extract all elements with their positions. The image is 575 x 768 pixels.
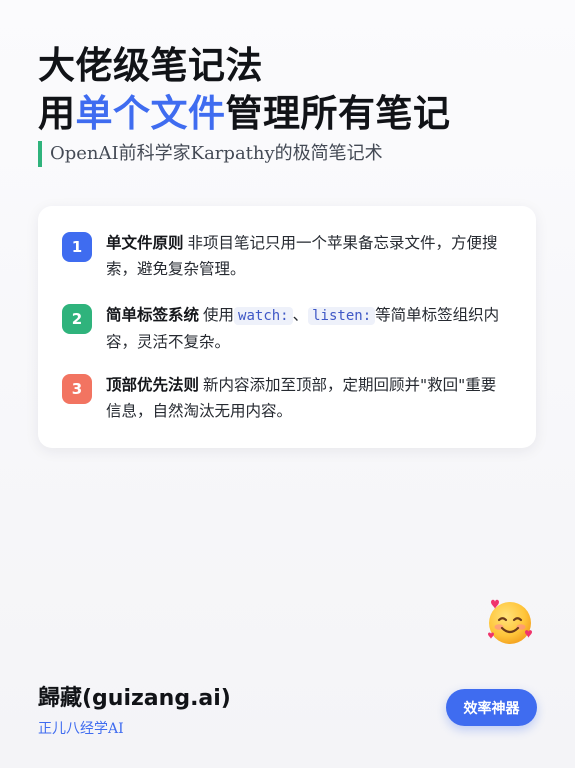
title-line-1: 大佬级笔记法 — [38, 44, 263, 87]
smiling-face-with-hearts-icon — [484, 596, 536, 648]
rule-title-3: 顶部优先法则 — [106, 376, 200, 394]
rule-title-2: 简单标签系统 — [106, 306, 200, 324]
rule-text-2: 简单标签系统 使用 watch:、 listen: 等简单标签组织内容，灵活不复杂。 — [106, 302, 508, 355]
rule-body-2-sep: 、 — [292, 306, 309, 324]
brand-name: 歸藏(guizang.ai) — [38, 686, 231, 711]
subtitle: OpenAI前科学家Karpathy的极简笔记术 — [38, 141, 383, 167]
tag-watch: watch: — [234, 307, 293, 325]
rule-title-1: 单文件原则 — [106, 234, 184, 252]
rule-item-3: 3 顶部优先法则 新内容添加至顶部，定期回顾并"救回"重要信息，自然淘汰无用内容。 — [62, 372, 508, 424]
rule-item-2: 2 简单标签系统 使用 watch:、 listen: 等简单标签组织内容，灵活不复杂。 — [62, 302, 508, 355]
title-prefix: 用 — [38, 92, 76, 135]
number-badge-2: 2 — [62, 304, 92, 334]
number-badge-3: 3 — [62, 374, 92, 404]
title-suffix: 管理所有笔记 — [225, 92, 451, 135]
number-badge-1: 1 — [62, 232, 92, 262]
tag-listen: listen: — [308, 307, 376, 325]
brand-tagline: 正儿八经学AI — [38, 721, 124, 737]
rule-text-1: 单文件原则 非项目笔记只用一个苹果备忘录文件，方便搜索，避免复杂管理。 — [106, 230, 508, 282]
rule-item-1: 1 单文件原则 非项目笔记只用一个苹果备忘录文件，方便搜索，避免复杂管理。 — [62, 230, 508, 282]
efficiency-tool-button[interactable]: 效率神器 — [446, 689, 537, 726]
page-title: 大佬级笔记法 用单个文件管理所有笔记 — [38, 42, 451, 138]
rule-text-3: 顶部优先法则 新内容添加至顶部，定期回顾并"救回"重要信息，自然淘汰无用内容。 — [106, 372, 508, 424]
title-line-2: 用单个文件管理所有笔记 — [38, 90, 451, 138]
rules-card: 1 单文件原则 非项目笔记只用一个苹果备忘录文件，方便搜索，避免复杂管理。 2 简… — [38, 206, 536, 448]
title-highlight: 单个文件 — [75, 92, 226, 135]
rule-body-2-before: 使用 — [203, 306, 235, 324]
